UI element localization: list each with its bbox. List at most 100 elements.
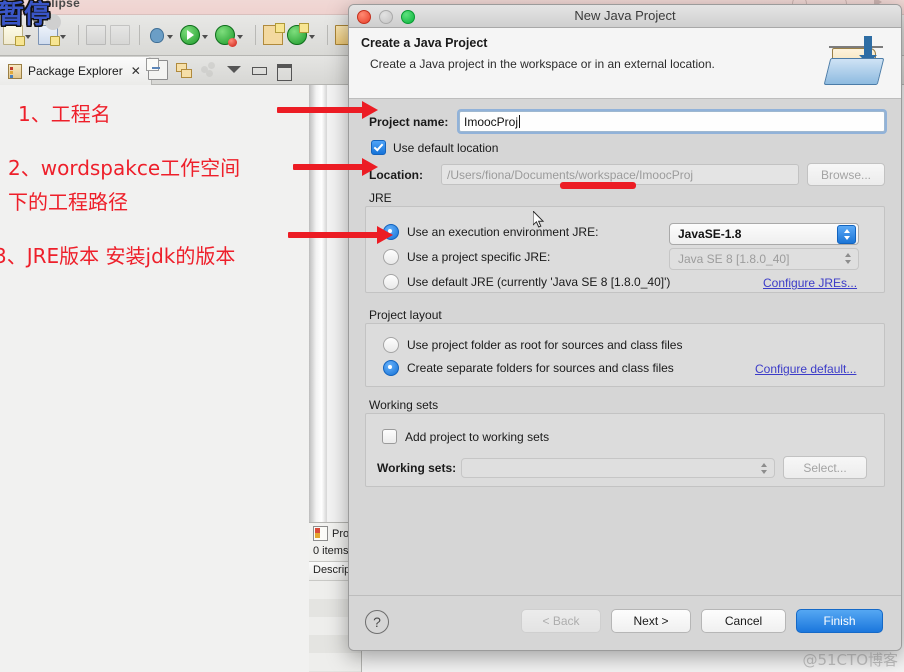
problems-count: 0 items xyxy=(313,545,349,557)
close-icon[interactable]: ✕ xyxy=(131,65,141,77)
annotation-arrow-2 xyxy=(293,158,378,176)
tab-label: Package Explorer xyxy=(28,64,123,78)
jre-default-label: Use default JRE (currently 'Java SE 8 [1… xyxy=(407,275,671,289)
stepper-icon xyxy=(839,250,856,267)
finish-button[interactable]: Finish xyxy=(796,609,883,633)
execution-environment-value: JavaSE-1.8 xyxy=(678,227,742,241)
browse-button: Browse... xyxy=(807,163,885,186)
refresh-dropdown-icon[interactable] xyxy=(309,35,315,39)
new-java-project-dialog: New Java Project Create a Java Project C… xyxy=(348,4,902,651)
working-sets-combo-row: Working sets: Select... xyxy=(377,456,867,479)
project-name-label: Project name: xyxy=(369,114,449,129)
back-button: < Back xyxy=(521,609,601,633)
wizard-page-description: Create a Java project in the workspace o… xyxy=(370,57,715,71)
annotation-arrow-3 xyxy=(288,226,393,244)
toolbar-separator xyxy=(255,25,256,45)
mouse-cursor xyxy=(533,211,544,228)
watermark: @51CTO博客 xyxy=(802,651,898,669)
select-working-sets-button: Select... xyxy=(783,456,867,479)
debug-icon[interactable] xyxy=(147,26,165,44)
layout-project-folder-label: Use project folder as root for sources a… xyxy=(407,338,683,352)
project-specific-jre-combo: Java SE 8 [1.8.0_40] xyxy=(669,248,859,270)
annotation-project-name: 1、工程名 xyxy=(18,102,111,126)
debug-dropdown-icon[interactable] xyxy=(167,35,173,39)
problems-icon xyxy=(313,526,328,541)
save-icon[interactable] xyxy=(86,25,106,45)
jre-execution-environment-option[interactable]: Use an execution environment JRE: xyxy=(383,224,598,240)
text-caret xyxy=(519,115,521,128)
layout-project-folder-radio[interactable] xyxy=(383,337,399,353)
screenshot-root: Eclipse 暂停 Package Explorer ✕ Pro 0 item… xyxy=(0,0,904,672)
layout-project-folder-option[interactable]: Use project folder as root for sources a… xyxy=(383,337,682,353)
view-menu-icon[interactable] xyxy=(225,61,243,79)
annotation-arrow-1 xyxy=(277,101,378,119)
project-name-input[interactable]: ImoocProj xyxy=(459,111,885,132)
project-name-row: Project name: ImoocProj xyxy=(369,111,885,132)
dialog-footer: ? < Back Next > Cancel Finish xyxy=(349,595,901,650)
new-document-dropdown-icon[interactable] xyxy=(25,35,31,39)
working-sets-group-title: Working sets xyxy=(369,398,439,412)
annotation-jre-version: 3、JRE版本 安装jdk的版本 xyxy=(0,244,236,268)
stepper-icon[interactable] xyxy=(837,225,856,244)
configure-default-link[interactable]: Configure default... xyxy=(755,362,856,376)
help-button[interactable]: ? xyxy=(365,610,389,634)
add-to-working-sets-label: Add project to working sets xyxy=(405,429,550,444)
configure-jres-link[interactable]: Configure JREs... xyxy=(763,276,857,290)
project-layout-group-box xyxy=(365,323,885,387)
annotation-underline-workspace xyxy=(560,182,636,189)
project-specific-jre-value: Java SE 8 [1.8.0_40] xyxy=(678,252,790,266)
dialog-body: Project name: ImoocProj Use default loca… xyxy=(349,99,901,605)
run-error-dropdown-icon[interactable] xyxy=(237,35,243,39)
execution-environment-combo[interactable]: JavaSE-1.8 xyxy=(669,223,859,245)
toolbar-separator xyxy=(139,25,140,45)
run-icon[interactable] xyxy=(180,25,200,45)
project-layout-group-title: Project layout xyxy=(369,308,442,322)
more-icon[interactable] xyxy=(200,61,218,79)
tab-problems[interactable]: Pro xyxy=(313,526,349,541)
add-to-working-sets-checkbox[interactable] xyxy=(382,429,397,444)
tab-package-explorer[interactable]: Package Explorer ✕ xyxy=(0,56,152,85)
stepper-icon xyxy=(755,460,772,477)
dialog-titlebar: New Java Project xyxy=(349,5,901,28)
link-with-editor-icon[interactable] xyxy=(175,61,193,79)
layout-separate-folders-label: Create separate folders for sources and … xyxy=(407,361,674,375)
jre-project-specific-label: Use a project specific JRE: xyxy=(407,250,551,264)
pause-overlay-label: 暂停 xyxy=(0,0,51,30)
maximize-icon[interactable] xyxy=(275,61,293,81)
toolbar-separator xyxy=(327,25,328,45)
jre-group-title: JRE xyxy=(369,191,392,205)
annotation-workspace-path-line1: 2、wordspakce工作空间 xyxy=(8,156,241,180)
working-sets-label: Working sets: xyxy=(377,460,457,475)
new-project-dropdown-icon[interactable] xyxy=(60,35,66,39)
view-toolbar xyxy=(146,58,293,81)
use-default-location-checkbox[interactable] xyxy=(371,140,386,155)
location-label: Location: xyxy=(369,167,423,182)
jre-project-specific-radio[interactable] xyxy=(383,249,399,265)
refresh-icon[interactable] xyxy=(287,23,309,45)
dialog-title: New Java Project xyxy=(574,8,676,23)
jre-default-radio[interactable] xyxy=(383,274,399,290)
save-all-icon[interactable] xyxy=(110,25,130,45)
collapse-all-icon[interactable] xyxy=(146,58,168,80)
cancel-button[interactable]: Cancel xyxy=(701,609,786,633)
layout-separate-folders-option[interactable]: Create separate folders for sources and … xyxy=(383,360,674,376)
annotation-workspace-path-line2: 下的工程路径 xyxy=(8,190,128,214)
use-default-location-row[interactable]: Use default location xyxy=(371,140,498,155)
dialog-header: Create a Java Project Create a Java proj… xyxy=(349,28,901,99)
java-project-banner-icon xyxy=(823,34,889,86)
add-to-working-sets-row[interactable]: Add project to working sets xyxy=(382,429,549,444)
jre-default-option[interactable]: Use default JRE (currently 'Java SE 8 [1… xyxy=(383,274,670,290)
minimize-icon[interactable] xyxy=(250,61,268,79)
jre-project-specific-option[interactable]: Use a project specific JRE: xyxy=(383,249,550,265)
jre-execution-environment-label: Use an execution environment JRE: xyxy=(407,225,599,239)
use-default-location-label: Use default location xyxy=(393,140,499,155)
package-explorer-icon xyxy=(8,63,22,79)
layout-separate-folders-radio[interactable] xyxy=(383,360,399,376)
toolbar-separator xyxy=(78,25,79,45)
working-sets-combo xyxy=(461,457,775,478)
run-dropdown-icon[interactable] xyxy=(202,35,208,39)
next-button[interactable]: Next > xyxy=(611,609,691,633)
new-package-icon[interactable] xyxy=(263,23,285,45)
run-with-error-icon[interactable] xyxy=(215,25,237,47)
location-value: /Users/fiona/Documents/workspace/ImoocPr… xyxy=(447,167,694,182)
